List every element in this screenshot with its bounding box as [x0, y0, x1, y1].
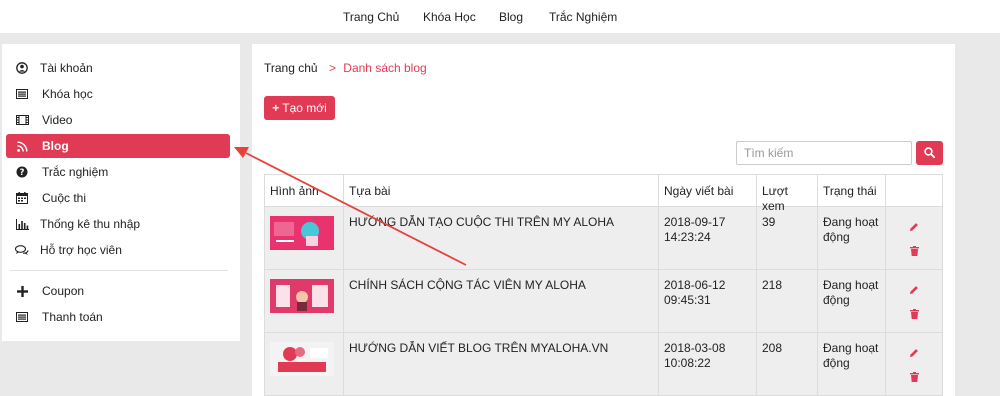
- sidebar-item-courses[interactable]: Khóa học: [6, 82, 230, 106]
- sidebar-item-contest[interactable]: Cuộc thi: [6, 186, 230, 210]
- edit-pencil-icon[interactable]: [909, 347, 919, 362]
- table-header-row: Hình ảnh Tựa bài Ngày viết bài Lượt xem …: [265, 175, 942, 213]
- sidebar-item-label: Video: [42, 113, 73, 127]
- rss-icon: [14, 141, 30, 152]
- blog-views: 39: [757, 207, 818, 269]
- table-row: CHÍNH SÁCH CỘNG TÁC VIÊN MY ALOHA 2018-0…: [265, 270, 942, 333]
- main-content: Trang chủ > Danh sách blog + Tạo mới Hìn…: [252, 44, 955, 396]
- edit-pencil-icon[interactable]: [909, 221, 919, 236]
- sidebar-item-label: Trắc nghiệm: [42, 165, 109, 179]
- blog-time: 14:23:24: [664, 230, 711, 244]
- list-icon: [14, 312, 30, 322]
- status-badge: Đang hoạt động: [818, 333, 886, 395]
- blog-date: 2018-09-17: [664, 215, 726, 229]
- create-new-label: Tạo mới: [282, 101, 327, 115]
- sidebar-item-label: Khóa học: [42, 87, 93, 101]
- table-row: HƯỚNG DẪN TẠO CUỘC THI TRÊN MY ALOHA 201…: [265, 207, 942, 270]
- sidebar-item-label: Hỗ trợ học viên: [40, 243, 122, 257]
- column-header-actions: [886, 175, 942, 206]
- sidebar-item-label: Cuộc thi: [42, 191, 87, 205]
- svg-text:?: ?: [20, 168, 25, 178]
- sidebar-item-student-support[interactable]: Hỗ trợ học viên: [6, 238, 230, 262]
- blog-thumbnail[interactable]: [270, 216, 334, 250]
- breadcrumb-separator: >: [328, 61, 336, 75]
- sidebar-item-label: Coupon: [42, 284, 85, 298]
- sidebar-item-label: Thanh toán: [42, 310, 103, 324]
- blog-time: 10:08:22: [664, 356, 711, 370]
- delete-trash-icon[interactable]: [909, 371, 919, 386]
- nav-link-courses[interactable]: Khóa Học: [423, 10, 476, 24]
- search-icon: [924, 146, 936, 161]
- status-badge: Đang hoạt động: [818, 207, 886, 269]
- sidebar-item-coupon[interactable]: Coupon: [6, 279, 230, 303]
- blog-views: 208: [757, 333, 818, 395]
- plus-icon: [14, 285, 30, 297]
- sidebar-item-video[interactable]: Video: [6, 108, 230, 132]
- user-circle-icon: [14, 62, 30, 74]
- column-header-date: Ngày viết bài: [659, 175, 757, 206]
- delete-trash-icon[interactable]: [909, 245, 919, 260]
- breadcrumb: Trang chủ > Danh sách blog: [264, 61, 427, 75]
- sidebar-item-blog[interactable]: Blog: [6, 134, 230, 158]
- blog-views: 218: [757, 270, 818, 332]
- delete-trash-icon[interactable]: [909, 308, 919, 323]
- blog-time: 09:45:31: [664, 293, 711, 307]
- column-header-views: Lượt xem: [757, 175, 818, 213]
- calendar-icon: [14, 192, 30, 204]
- sidebar-item-payment[interactable]: Thanh toán: [6, 305, 230, 329]
- create-new-button[interactable]: + Tạo mới: [264, 96, 335, 120]
- blog-title[interactable]: CHÍNH SÁCH CỘNG TÁC VIÊN MY ALOHA: [344, 270, 659, 332]
- nav-link-quiz[interactable]: Trắc Nghiệm: [549, 10, 617, 24]
- table-row: HƯỚNG DẪN VIẾT BLOG TRÊN MYALOHA.VN 2018…: [265, 333, 942, 396]
- plus-icon: +: [272, 101, 280, 115]
- blog-thumbnail[interactable]: [270, 279, 334, 313]
- blog-date: 2018-03-08: [664, 341, 726, 355]
- blog-title[interactable]: HƯỚNG DẪN TẠO CUỘC THI TRÊN MY ALOHA: [344, 207, 659, 269]
- list-icon: [14, 89, 30, 99]
- sidebar-item-account[interactable]: Tài khoản: [6, 56, 230, 80]
- sidebar-item-income-stats[interactable]: Thống kê thu nhập: [6, 212, 230, 236]
- blog-thumbnail[interactable]: [270, 342, 334, 376]
- search-input[interactable]: [736, 141, 912, 165]
- edit-pencil-icon[interactable]: [909, 284, 919, 299]
- sidebar-item-label: Blog: [42, 139, 69, 153]
- sidebar: Tài khoản Khóa học Video Blog ? Trắc ngh…: [2, 44, 240, 341]
- question-circle-icon: ?: [14, 166, 30, 178]
- column-header-image: Hình ảnh: [265, 175, 344, 206]
- status-badge: Đang hoạt động: [818, 270, 886, 332]
- comments-icon: [14, 244, 30, 256]
- sidebar-item-label: Thống kê thu nhập: [40, 217, 141, 231]
- bar-chart-icon: [14, 218, 30, 230]
- top-navigation: Trang Chủ Khóa Học Blog Trắc Nghiệm: [0, 0, 1000, 33]
- search-button[interactable]: [916, 141, 943, 165]
- film-icon: [14, 115, 30, 125]
- sidebar-item-label: Tài khoản: [40, 61, 93, 75]
- nav-link-home[interactable]: Trang Chủ: [343, 10, 399, 24]
- column-header-title: Tựa bài: [344, 175, 659, 206]
- sidebar-item-quiz[interactable]: ? Trắc nghiệm: [6, 160, 230, 184]
- breadcrumb-home[interactable]: Trang chủ: [264, 61, 318, 75]
- blog-date: 2018-06-12: [664, 278, 726, 292]
- blog-table: Hình ảnh Tựa bài Ngày viết bài Lượt xem …: [264, 174, 943, 396]
- nav-link-blog[interactable]: Blog: [499, 10, 523, 24]
- blog-title[interactable]: HƯỚNG DẪN VIẾT BLOG TRÊN MYALOHA.VN: [344, 333, 659, 395]
- column-header-status: Trạng thái: [818, 175, 886, 206]
- breadcrumb-current: Danh sách blog: [343, 61, 427, 75]
- sidebar-divider: [10, 270, 228, 271]
